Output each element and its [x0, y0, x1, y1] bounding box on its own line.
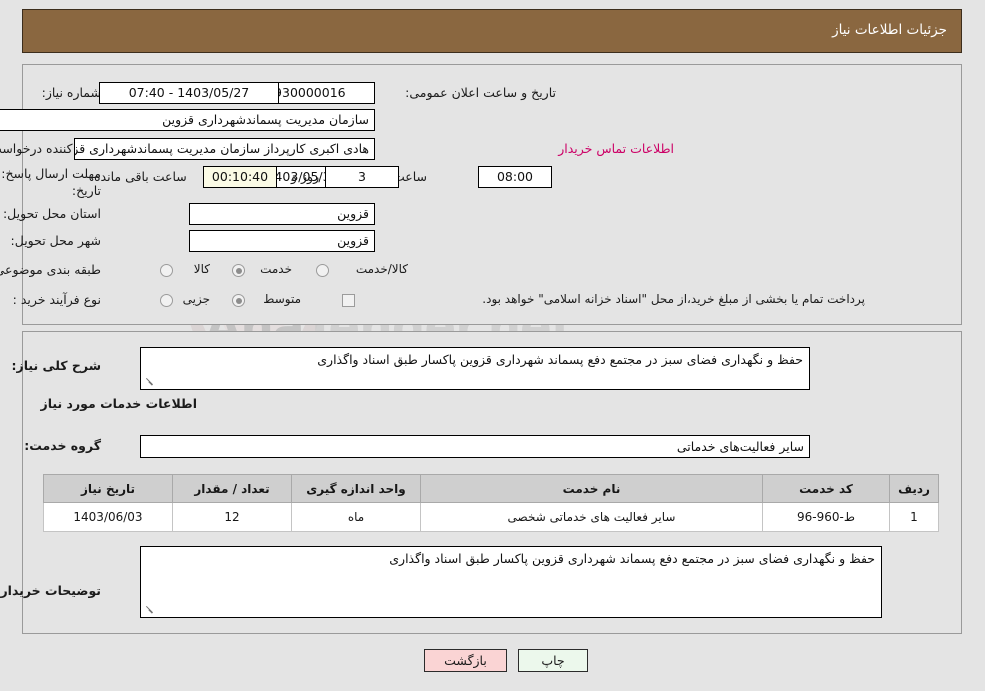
- resize-grip-icon[interactable]: [144, 605, 154, 615]
- print-button[interactable]: چاپ: [518, 649, 588, 672]
- service-group-label: گروه خدمت:: [24, 438, 101, 453]
- column-header-service-code: کد خدمت: [762, 474, 890, 503]
- service-section-title: اطلاعات خدمات مورد نیاز: [40, 396, 198, 411]
- remaining-days-label: روز و: [291, 169, 320, 184]
- need-summary-label: شرح کلی نیاز:: [11, 358, 101, 373]
- radio-category-goods-label: کالا: [193, 262, 210, 276]
- radio-process-minor-label: جزیی: [182, 292, 210, 306]
- delivery-city-value: قزوین: [189, 230, 375, 252]
- cell-quantity: 12: [172, 502, 292, 532]
- delivery-city-label: شهر محل تحویل:: [10, 233, 101, 248]
- buyer-notes-value: حفظ و نگهداری فضای سبز در مجتمع دفع پسما…: [389, 551, 875, 566]
- delivery-province-label: استان محل تحویل:: [2, 206, 101, 221]
- deadline-time-value: 08:00: [478, 166, 552, 188]
- page-title: جزئیات اطلاعات نیاز: [832, 22, 947, 38]
- radio-process-medium[interactable]: [232, 294, 245, 307]
- buyer-contact-link[interactable]: اطلاعات تماس خریدار: [558, 141, 674, 156]
- column-header-need-date: تاریخ نیاز: [43, 474, 173, 503]
- subject-classification-label: طبقه بندی موضوعی:: [0, 262, 101, 277]
- countdown-timer-label: ساعت باقی مانده: [94, 169, 187, 184]
- cell-need-date: 1403/06/03: [43, 502, 173, 532]
- cell-service-code: ط-960-96: [762, 502, 890, 532]
- radio-process-minor[interactable]: [160, 294, 173, 307]
- cell-row-no: 1: [889, 502, 939, 532]
- countdown-timer-value: 00:10:40: [203, 166, 277, 188]
- column-header-row-no: ردیف: [889, 474, 939, 503]
- purchase-process-label: نوع فرآیند خرید :: [12, 292, 101, 307]
- radio-process-medium-label: متوسط: [263, 292, 301, 306]
- cell-service-name: سایر فعالیت های خدماتی شخصی: [420, 502, 763, 532]
- table-row: 1 ط-960-96 سایر فعالیت های خدماتی شخصی م…: [43, 502, 939, 532]
- need-number-label: شماره نیاز:: [41, 85, 101, 100]
- page-header-bar: جزئیات اطلاعات نیاز: [22, 9, 962, 53]
- treasury-bonds-checkbox[interactable]: [342, 294, 355, 307]
- need-summary-textarea[interactable]: حفظ و نگهداری فضای سبز در مجتمع دفع پسما…: [140, 347, 810, 390]
- radio-category-service[interactable]: [232, 264, 245, 277]
- table-header-row: ردیف کد خدمت نام خدمت واحد اندازه گیری ت…: [43, 474, 939, 503]
- radio-category-goods-service-label: کالا/خدمت: [355, 262, 408, 276]
- resize-grip-icon[interactable]: [144, 377, 154, 387]
- column-header-quantity: تعداد / مقدار: [172, 474, 292, 503]
- delivery-province-value: قزوین: [189, 203, 375, 225]
- request-creator-value: هادی اکبری کارپرداز سازمان مدیریت پسماند…: [74, 138, 375, 160]
- radio-category-service-label: خدمت: [260, 262, 292, 276]
- service-group-value: سایر فعالیت‌های خدماتی: [140, 435, 810, 458]
- cell-unit: ماه: [291, 502, 421, 532]
- reply-deadline-label: مهلت ارسال پاسخ: تا: [0, 166, 101, 181]
- column-header-service-name: نام خدمت: [420, 474, 763, 503]
- radio-category-goods-service[interactable]: [316, 264, 329, 277]
- buyer-organisation-value: سازمان مدیریت پسماندشهرداری قزوین: [0, 109, 375, 131]
- page-root: AnaTender.net جزئیات اطلاعات نیاز شماره …: [0, 0, 985, 691]
- column-header-unit: واحد اندازه گیری: [291, 474, 421, 503]
- buyer-notes-label: توضیحات خریدار:: [0, 583, 101, 598]
- reply-deadline-date-label: تاریخ:: [71, 183, 101, 198]
- services-table: ردیف کد خدمت نام خدمت واحد اندازه گیری ت…: [43, 474, 939, 532]
- announcement-datetime-label: تاریخ و ساعت اعلان عمومی:: [405, 85, 556, 100]
- remaining-days-value: 3: [325, 166, 399, 188]
- radio-category-goods[interactable]: [160, 264, 173, 277]
- back-button[interactable]: بازگشت: [424, 649, 507, 672]
- need-summary-value: حفظ و نگهداری فضای سبز در مجتمع دفع پسما…: [317, 352, 803, 367]
- treasury-bonds-text: پرداخت تمام یا بخشی از مبلغ خرید،از محل …: [482, 292, 865, 306]
- buyer-notes-textarea[interactable]: حفظ و نگهداری فضای سبز در مجتمع دفع پسما…: [140, 546, 882, 618]
- announcement-datetime-value: 07:40 - 1403/05/27: [99, 82, 279, 104]
